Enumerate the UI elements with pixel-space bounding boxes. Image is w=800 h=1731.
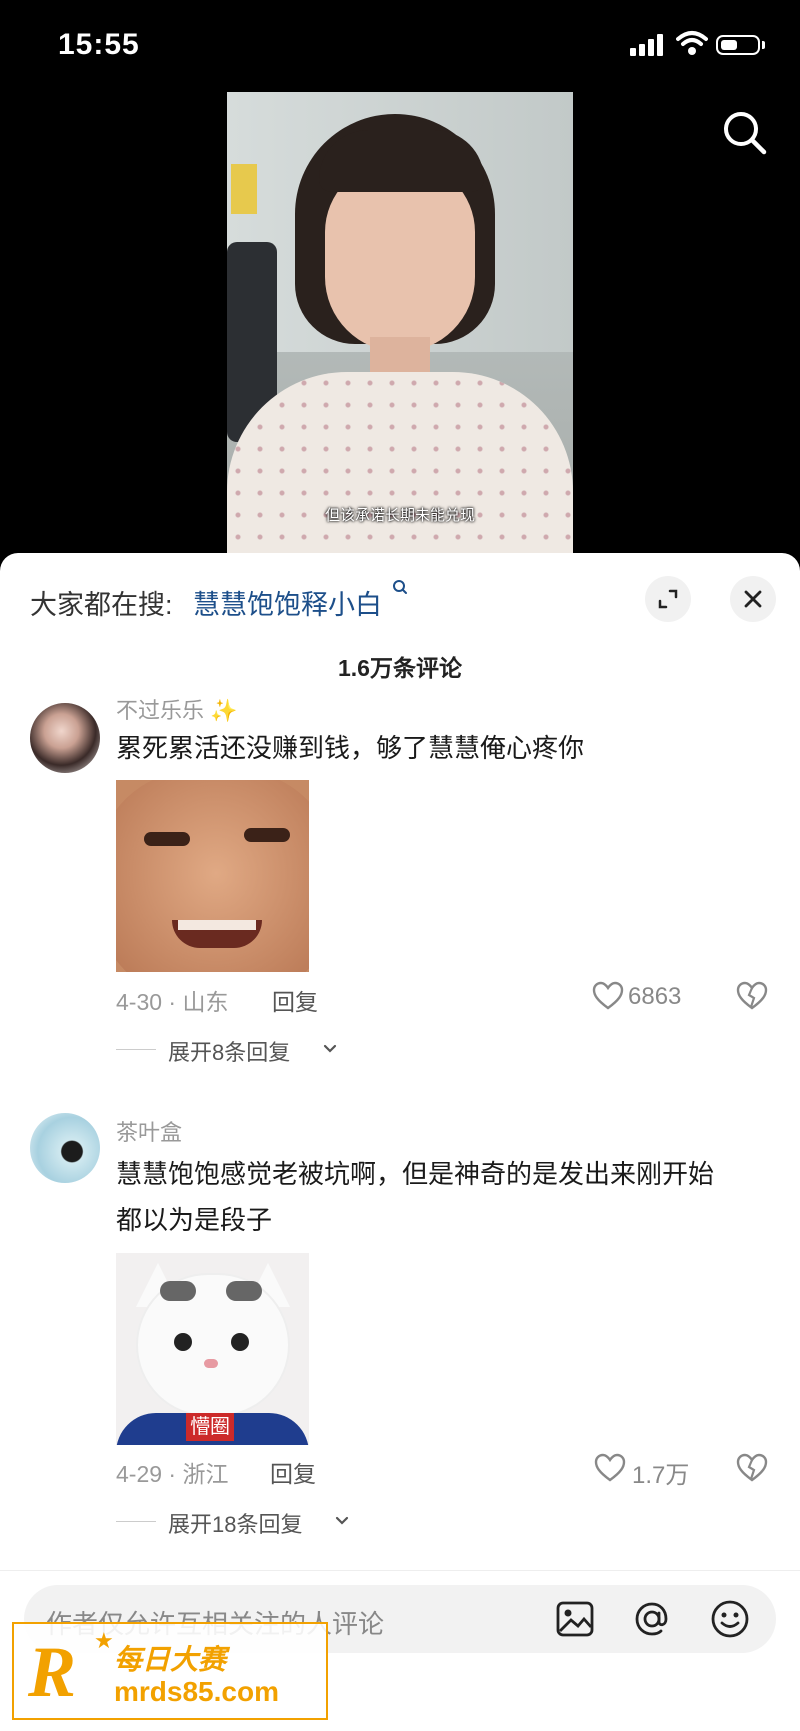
expand-divider [116,1521,156,1522]
battery-icon [716,35,760,55]
search-small-icon [393,580,407,594]
expand-replies[interactable]: 展开8条回复 [168,1035,290,1067]
watermark: R ★ 每日大赛 mrds85.com [12,1622,328,1720]
star-icon: ★ [94,1628,114,1653]
heart-icon[interactable] [594,1453,626,1483]
comment-count: 1.6万条评论 [338,655,462,681]
avatar[interactable] [30,703,100,773]
watermark-name: 每日大赛 [114,1644,227,1675]
dislike-icon[interactable] [736,1453,768,1483]
expand-divider [116,1049,156,1050]
status-time: 15:55 [58,28,140,61]
expand-replies[interactable]: 展开18条回复 [168,1507,302,1539]
chevron-down-icon [323,1044,337,1053]
comment-image[interactable]: 懵圈 [116,1253,309,1445]
signal-icon [630,34,663,56]
comment-text: 慧慧饱饱感觉老被坑啊，但是神奇的是发出来刚开始 [116,1159,715,1189]
video-player[interactable]: 但该承诺长期未能兑现 [227,92,573,554]
wifi-icon [676,31,708,55]
close-button[interactable] [730,576,776,622]
search-icon[interactable] [722,110,768,156]
comment-meta: 4-30 · 山东 [116,989,229,1015]
battery-tip [762,41,765,49]
image-icon[interactable] [553,1597,597,1641]
comment-username[interactable]: 不过乐乐 ✨ [116,693,238,725]
at-icon[interactable] [630,1597,674,1641]
reply-button[interactable]: 回复 [270,1455,316,1489]
comment-text: 都以为是段子 [116,1205,273,1235]
watermark-logo: R [28,1632,77,1712]
watermark-domain: mrds85.com [114,1676,279,1707]
video-bangs [319,130,484,192]
expand-icon [658,589,678,609]
avatar[interactable] [30,1113,100,1183]
emoji-icon[interactable] [708,1597,752,1641]
image-tag: 懵圈 [186,1413,234,1441]
comment-meta: 4-29 · 浙江 [116,1461,229,1487]
expand-button[interactable] [645,576,691,622]
chevron-down-icon [335,1516,349,1525]
reply-button[interactable]: 回复 [272,983,318,1017]
dislike-icon[interactable] [736,981,768,1011]
video-poster [231,164,257,214]
video-shirt-pattern [227,372,573,554]
like-count: 1.7万 [632,1462,690,1489]
comment-text: 累死累活还没赚到钱，够了慧慧俺心疼你 [116,733,585,763]
comment-sheet: 大家都在搜: 慧慧饱饱释小白 1.6万条评论 不过乐乐 ✨ 累死累活还没赚到钱，… [0,553,800,1731]
comment-username[interactable]: 茶叶盒 [116,1115,182,1147]
search-suggest-prefix: 大家都在搜: [30,590,173,620]
search-suggest-term[interactable]: 慧慧饱饱释小白 [193,583,382,622]
video-subtitle: 但该承诺长期未能兑现 [324,507,475,524]
close-icon [744,590,762,608]
like-count: 6863 [628,983,682,1010]
heart-icon[interactable] [592,981,624,1011]
composer-divider [0,1570,800,1571]
comment-image[interactable] [116,780,309,972]
